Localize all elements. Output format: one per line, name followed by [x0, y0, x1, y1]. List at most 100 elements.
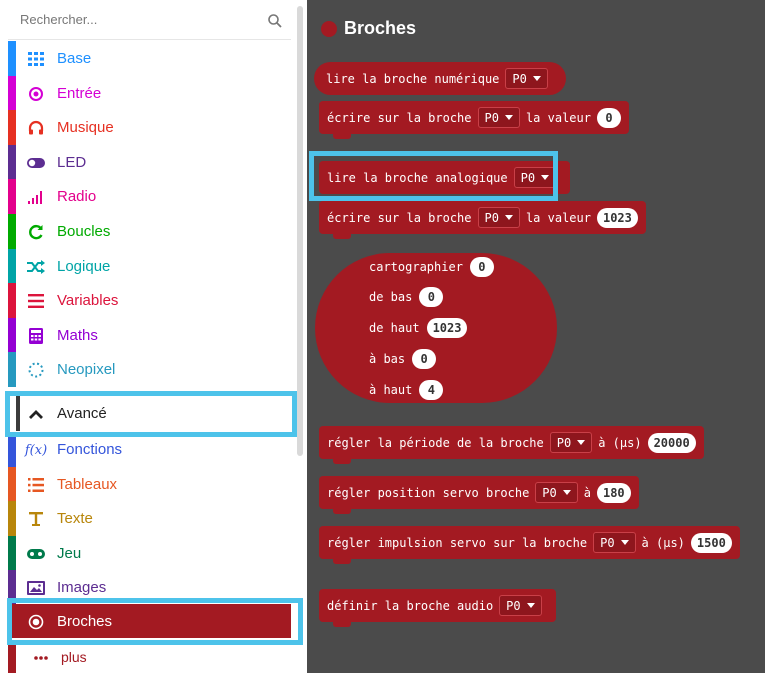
block-text: à bas — [369, 352, 406, 366]
category-label: Images — [57, 579, 107, 597]
pin-dropdown[interactable]: P0 — [513, 167, 557, 188]
dropdown-arrow-icon — [504, 115, 513, 120]
pin-dropdown[interactable]: P0 — [535, 482, 578, 503]
value-input[interactable]: 4 — [419, 380, 444, 400]
category-label: Radio — [57, 188, 97, 206]
category-label: Texte — [57, 510, 93, 528]
pin-value: P0 — [556, 435, 572, 450]
pin-dropdown[interactable]: P0 — [549, 432, 593, 453]
calculator-icon — [27, 327, 45, 345]
search-input[interactable] — [20, 12, 250, 27]
refresh-icon — [27, 223, 45, 241]
value-input[interactable]: 1500 — [690, 532, 732, 553]
value-input[interactable]: 0 — [469, 257, 494, 277]
category-label: Musique — [57, 119, 114, 137]
category-broches[interactable]: Broches — [8, 604, 291, 638]
dropdown-arrow-icon — [562, 490, 571, 495]
category-entree[interactable]: Entrée — [8, 75, 291, 111]
category-avance[interactable]: Avancé — [8, 396, 291, 431]
block-analog-write[interactable]: écrire sur la broche P0 la valeur 1023 — [319, 201, 646, 239]
category-images[interactable]: Images — [8, 570, 291, 605]
block-text: définir la broche audio — [327, 598, 494, 613]
category-label: Base — [57, 50, 92, 67]
value-input[interactable]: 1023 — [596, 207, 638, 228]
category-neopixel[interactable]: Neopixel — [8, 352, 291, 387]
category-led[interactable]: LED — [8, 144, 291, 180]
category-tableaux[interactable]: Tableaux — [8, 466, 291, 502]
block-map[interactable]: cartographier 0 de bas 0 de haut 1023 à … — [315, 253, 557, 403]
pin-dropdown[interactable]: P0 — [499, 595, 542, 616]
category-color-stripe — [16, 396, 20, 431]
category-jeu[interactable]: Jeu — [8, 535, 291, 571]
block-audio-pin[interactable]: définir la broche audio P0 — [319, 589, 556, 627]
value-input[interactable]: 180 — [596, 482, 631, 503]
dropdown-arrow-icon — [532, 76, 541, 81]
category-color-stripe — [8, 41, 16, 76]
category-label: Tableaux — [57, 475, 118, 493]
block-text: de haut — [369, 321, 420, 335]
value-input[interactable]: 20000 — [647, 432, 696, 453]
category-label: Avancé — [57, 405, 107, 422]
category-label: Logique — [57, 257, 111, 275]
category-dot-icon — [321, 20, 337, 37]
category-color-stripe — [8, 466, 16, 502]
category-color-stripe — [8, 283, 16, 318]
sidebar-scrollbar[interactable] — [297, 6, 303, 456]
category-musique[interactable]: Musique — [8, 110, 291, 145]
category-label: Entrée — [57, 84, 102, 102]
value-input[interactable]: 1023 — [426, 318, 468, 338]
gamepad-icon — [27, 545, 45, 563]
pin-dropdown[interactable]: P0 — [477, 107, 520, 128]
category-plus[interactable]: plus — [8, 640, 291, 673]
category-radio[interactable]: Radio — [8, 179, 291, 214]
block-text: à (µs) — [598, 435, 642, 450]
pin-value: P0 — [512, 71, 527, 86]
list-icon — [27, 476, 45, 494]
category-label: Jeu — [57, 544, 82, 562]
dropdown-arrow-icon — [620, 540, 629, 545]
map-row-from-low: de bas 0 — [369, 286, 444, 308]
category-logique[interactable]: Logique — [8, 248, 291, 284]
pin-dropdown[interactable]: P0 — [593, 532, 636, 553]
value-input[interactable]: 0 — [596, 107, 621, 128]
shuffle-icon — [27, 258, 45, 276]
category-color-stripe — [8, 501, 16, 536]
category-base[interactable]: Base — [8, 41, 291, 76]
block-text: à — [583, 485, 591, 500]
block-text: la valeur — [525, 210, 591, 225]
block-text: cartographier — [369, 260, 463, 274]
block-text: régler impulsion servo sur la broche — [327, 535, 588, 550]
category-variables[interactable]: Variables — [8, 283, 291, 318]
category-label: Fonctions — [57, 441, 123, 458]
block-digital-read[interactable]: lire la broche numérique P0 — [314, 62, 566, 95]
search-icon[interactable] — [267, 13, 283, 29]
category-color-stripe — [8, 144, 16, 180]
category-texte[interactable]: Texte — [8, 501, 291, 536]
category-color-stripe — [8, 535, 16, 571]
map-row-to-low: à bas 0 — [369, 348, 437, 370]
flyout-title-text: Broches — [344, 18, 417, 38]
pin-dropdown[interactable]: P0 — [477, 207, 520, 228]
pin-dropdown[interactable]: P0 — [505, 68, 548, 89]
image-icon — [27, 579, 45, 597]
value-input[interactable]: 0 — [412, 349, 437, 369]
function-icon: f(x) — [24, 442, 48, 458]
dropdown-arrow-icon — [577, 440, 586, 445]
dotted-circle-icon — [27, 361, 45, 379]
value-input[interactable]: 0 — [419, 287, 444, 307]
block-servo-write[interactable]: régler position servo broche P0 à 180 — [319, 476, 639, 514]
block-servo-pulse[interactable]: régler impulsion servo sur la broche P0 … — [319, 526, 740, 564]
category-maths[interactable]: Maths — [8, 317, 291, 353]
category-label: Maths — [57, 326, 98, 344]
map-row-to-high: à haut 4 — [369, 379, 444, 401]
block-analog-period[interactable]: régler la période de la broche P0 à (µs)… — [319, 426, 704, 464]
category-boucles[interactable]: Boucles — [8, 214, 291, 249]
category-fonctions[interactable]: f(x) Fonctions — [8, 432, 291, 467]
pin-value: P0 — [520, 170, 536, 185]
blocks-flyout: Broches lire la broche numérique P0 écri… — [307, 0, 765, 673]
headphones-icon — [27, 119, 45, 137]
toggle-icon — [27, 154, 45, 172]
toolbox-sidebar: Base Entrée Musique LED Radio Boucl — [0, 0, 307, 673]
block-analog-read[interactable]: lire la broche analogique P0 — [319, 161, 571, 194]
block-digital-write[interactable]: écrire sur la broche P0 la valeur 0 — [319, 101, 629, 139]
